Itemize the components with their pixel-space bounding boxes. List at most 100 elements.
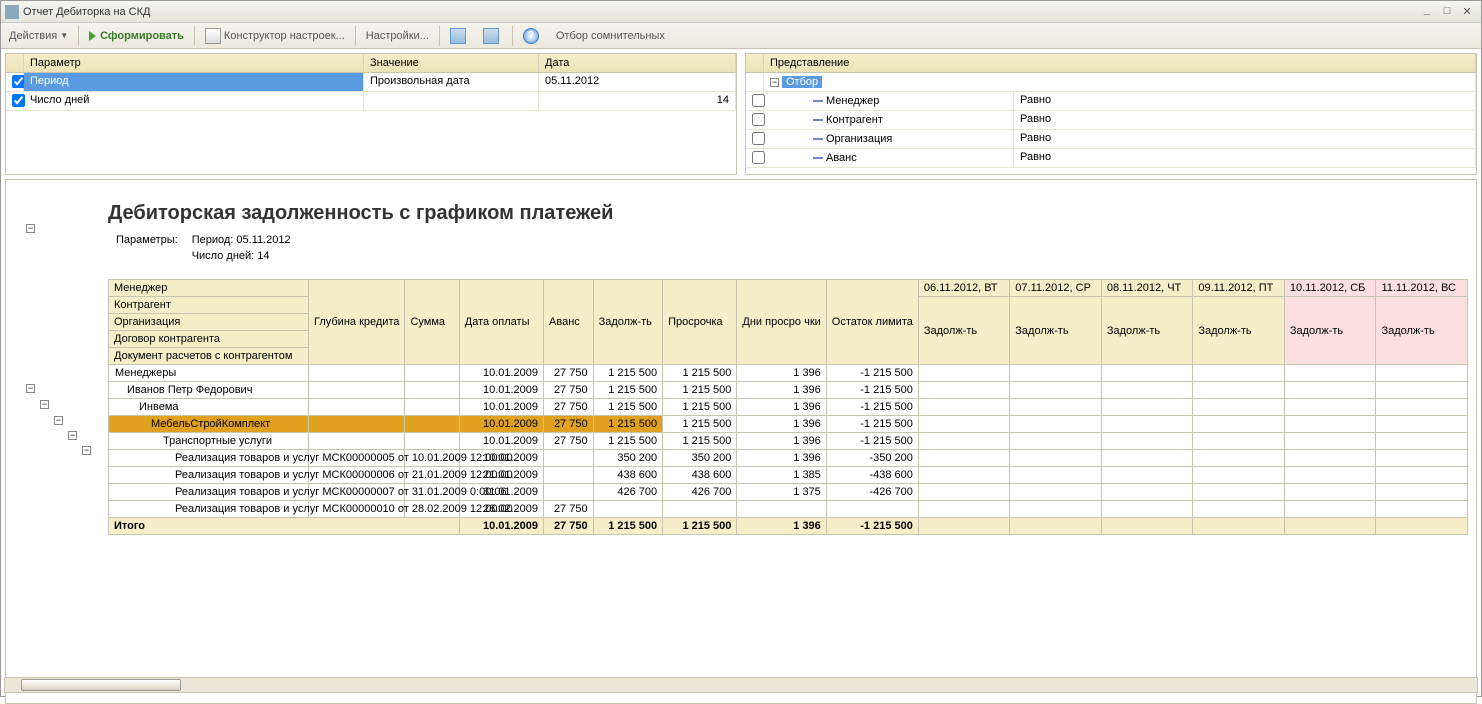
dash-icon bbox=[813, 157, 823, 159]
cell-zadolzh bbox=[593, 501, 663, 518]
hdr-repr: Представление bbox=[764, 54, 1476, 72]
collapse-icon[interactable]: − bbox=[770, 78, 779, 87]
separator bbox=[512, 26, 513, 46]
table-row[interactable]: Иванов Петр Федорович 10.01.2009 27 750 … bbox=[109, 382, 1468, 399]
th-date: 09.11.2012, ПТ bbox=[1193, 280, 1285, 297]
report-area[interactable]: Дебиторская задолженность с графиком пла… bbox=[5, 179, 1477, 704]
filter-panel: Представление −Отбор Менеджер Равно Конт… bbox=[745, 53, 1477, 175]
cell-zadolzh: 1 215 500 bbox=[593, 416, 663, 433]
filter-label: Контрагент bbox=[764, 111, 1014, 129]
cell-dni: 1 396 bbox=[737, 365, 826, 382]
th-contract: Договор контрагента bbox=[109, 331, 309, 348]
cell-dataopl: 10.01.2009 bbox=[459, 399, 543, 416]
data-table: Менеджер Глубина кредита Сумма Дата опла… bbox=[108, 279, 1468, 535]
th-zadolzh6: Задолж-ть bbox=[1376, 297, 1468, 365]
th-docrasch: Документ расчетов с контрагентом bbox=[109, 348, 309, 365]
params-label: Параметры: bbox=[110, 233, 184, 247]
th-zadolzh2: Задолж-ть bbox=[1010, 297, 1102, 365]
th-manager: Менеджер bbox=[109, 280, 309, 297]
table-row[interactable]: Реализация товаров и услуг МСК00000007 о… bbox=[109, 484, 1468, 501]
param-row[interactable]: Период Произвольная дата 05.11.2012 bbox=[6, 73, 736, 92]
cell-dataopl: 10.01.2009 bbox=[459, 365, 543, 382]
th-dataopl: Дата оплаты bbox=[459, 280, 543, 365]
expand-btn[interactable]: − bbox=[68, 431, 77, 440]
table-row[interactable]: Транспортные услуги 10.01.2009 27 750 1 … bbox=[109, 433, 1468, 450]
cell-prosrochka: 1 215 500 bbox=[663, 416, 737, 433]
th-date: 11.11.2012, ВС bbox=[1376, 280, 1468, 297]
cell-zadolzh: 426 700 bbox=[593, 484, 663, 501]
constructor-label: Конструктор настроек... bbox=[224, 30, 345, 42]
param-value bbox=[364, 92, 539, 110]
separator bbox=[78, 26, 79, 46]
cell-zadolzh: 1 215 500 bbox=[593, 365, 663, 382]
settings-button[interactable]: Настройки... bbox=[360, 25, 435, 47]
param-name: Период bbox=[24, 73, 364, 91]
hdr-value: Значение bbox=[364, 54, 539, 72]
filter-row[interactable]: Организация Равно bbox=[746, 130, 1476, 149]
filter-row[interactable]: Аванс Равно bbox=[746, 149, 1476, 168]
filter-root-row[interactable]: −Отбор bbox=[746, 73, 1476, 92]
magnify2-icon bbox=[483, 28, 499, 44]
cell-prosrochka: 350 200 bbox=[663, 450, 737, 467]
constructor-button[interactable]: Конструктор настроек... bbox=[199, 25, 351, 47]
table-row[interactable]: Менеджеры 10.01.2009 27 750 1 215 500 1 … bbox=[109, 365, 1468, 382]
th-org: Организация bbox=[109, 314, 309, 331]
footer-ostatok: -1 215 500 bbox=[826, 518, 918, 535]
help-button[interactable]: ? bbox=[517, 25, 548, 47]
row-label: Иванов Петр Федорович bbox=[109, 382, 309, 399]
filter-root: Отбор bbox=[782, 76, 822, 88]
cell-ostatok bbox=[826, 501, 918, 518]
minimize-button[interactable]: _ bbox=[1417, 4, 1437, 20]
row-label: МебельСтройКомплект bbox=[109, 416, 309, 433]
help-icon: ? bbox=[523, 28, 539, 44]
close-button[interactable]: ✕ bbox=[1457, 4, 1477, 20]
expand-btn[interactable]: − bbox=[26, 384, 35, 393]
separator bbox=[194, 26, 195, 46]
cell-zadolzh: 1 215 500 bbox=[593, 399, 663, 416]
filter-row[interactable]: Менеджер Равно bbox=[746, 92, 1476, 111]
filter-row[interactable]: Контрагент Равно bbox=[746, 111, 1476, 130]
param-row[interactable]: Число дней 14 bbox=[6, 92, 736, 111]
filter-cond: Равно bbox=[1014, 130, 1476, 148]
expand-btn[interactable]: − bbox=[40, 400, 49, 409]
magnify-button[interactable] bbox=[444, 25, 475, 47]
maximize-button[interactable]: □ bbox=[1437, 4, 1457, 20]
cell-avans bbox=[544, 450, 594, 467]
param-days: Число дней: 14 bbox=[186, 249, 297, 263]
filter-cond: Равно bbox=[1014, 111, 1476, 129]
separator bbox=[355, 26, 356, 46]
cell-dni: 1 396 bbox=[737, 450, 826, 467]
th-prosrochka: Просрочка bbox=[663, 280, 737, 365]
cell-zadolzh: 438 600 bbox=[593, 467, 663, 484]
cell-ostatok: -1 215 500 bbox=[826, 382, 918, 399]
footer-avans: 27 750 bbox=[544, 518, 594, 535]
scrollbar-thumb[interactable] bbox=[21, 679, 181, 691]
th-contragent: Контрагент bbox=[109, 297, 309, 314]
param-name: Число дней bbox=[24, 92, 364, 110]
table-row[interactable]: Реализация товаров и услуг МСК00000010 о… bbox=[109, 501, 1468, 518]
expand-btn[interactable]: − bbox=[82, 446, 91, 455]
table-row[interactable]: Реализация товаров и услуг МСК00000006 о… bbox=[109, 467, 1468, 484]
actions-menu[interactable]: Действия▼ bbox=[3, 25, 74, 47]
param-value: Произвольная дата bbox=[364, 73, 539, 91]
form-button[interactable]: Сформировать bbox=[83, 25, 190, 47]
th-zadolzh3: Задолж-ть bbox=[1101, 297, 1192, 365]
table-row[interactable]: Инвема 10.01.2009 27 750 1 215 500 1 215… bbox=[109, 399, 1468, 416]
table-row[interactable]: МебельСтройКомплект 10.01.2009 27 750 1 … bbox=[109, 416, 1468, 433]
cell-avans: 27 750 bbox=[544, 433, 594, 450]
titlebar: Отчет Дебиторка на СКД _ □ ✕ bbox=[1, 1, 1481, 23]
cell-prosrochka: 1 215 500 bbox=[663, 399, 737, 416]
expand-btn[interactable]: − bbox=[54, 416, 63, 425]
magnify2-button[interactable] bbox=[477, 25, 508, 47]
cell-avans bbox=[544, 484, 594, 501]
dash-icon bbox=[813, 138, 823, 140]
row-label: Реализация товаров и услуг МСК00000007 о… bbox=[109, 484, 309, 501]
expand-btn[interactable]: − bbox=[26, 224, 35, 233]
table-row[interactable]: Реализация товаров и услуг МСК00000005 о… bbox=[109, 450, 1468, 467]
filter-button[interactable]: Отбор сомнительных bbox=[550, 25, 671, 47]
cell-avans: 27 750 bbox=[544, 399, 594, 416]
play-icon bbox=[89, 31, 96, 41]
scrollbar-horizontal[interactable] bbox=[4, 677, 1478, 693]
cell-prosrochka: 438 600 bbox=[663, 467, 737, 484]
cell-ostatok: -1 215 500 bbox=[826, 399, 918, 416]
